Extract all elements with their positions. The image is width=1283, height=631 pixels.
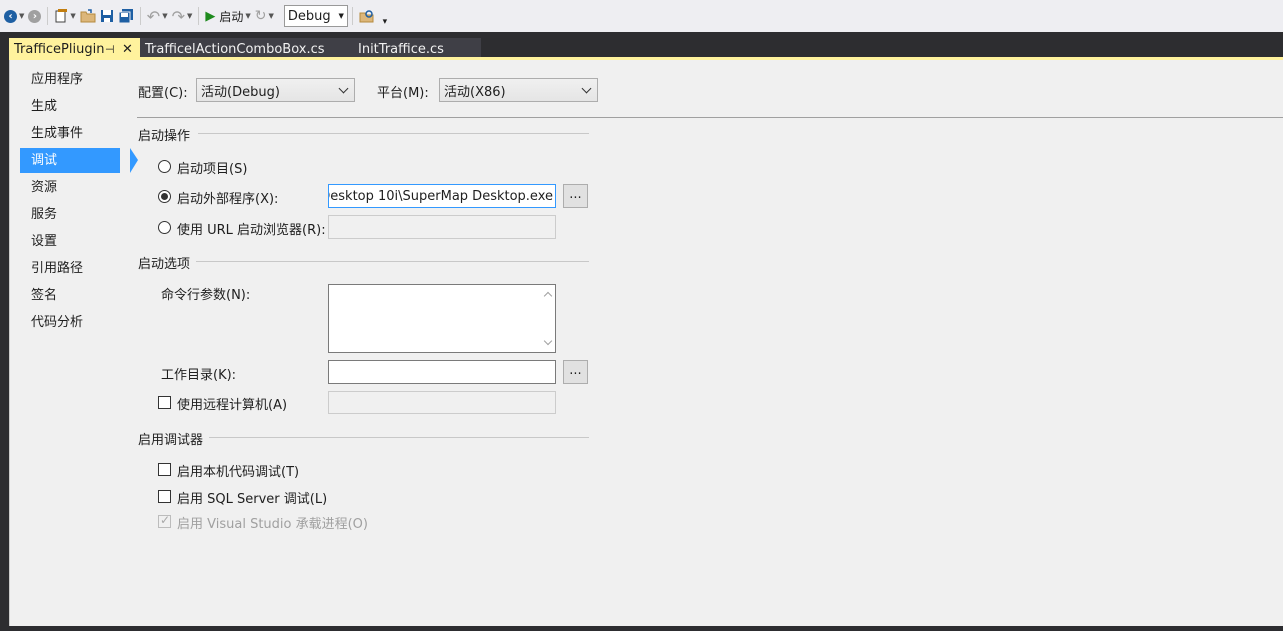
nav-item-resources[interactable]: 资源 <box>20 175 120 200</box>
section-divider <box>196 261 589 262</box>
nav-item-settings[interactable]: 设置 <box>20 229 120 254</box>
tab-label: TrafficePliugin <box>14 41 105 57</box>
chevron-down-icon <box>581 83 592 93</box>
toolbar-separator <box>139 7 141 25</box>
save-all-button[interactable] <box>116 5 136 27</box>
working-dir-input[interactable] <box>328 360 556 384</box>
save-icon <box>100 10 113 22</box>
undo-icon: ↶ <box>146 6 161 26</box>
redo-button[interactable]: ↷ ▼ <box>170 5 195 27</box>
find-in-files-button[interactable] <box>357 5 377 27</box>
vs-host-checkbox[interactable] <box>158 513 171 528</box>
enable-debuggers-heading: 启用调试器 <box>138 433 204 448</box>
start-button[interactable]: ▶ 启动 ▼ <box>203 5 252 27</box>
toolbar-separator <box>351 7 353 25</box>
scroll-down-icon[interactable] <box>543 336 553 346</box>
header-divider <box>137 117 1283 118</box>
start-action-heading: 启动操作 <box>138 129 191 144</box>
start-options-heading: 启动选项 <box>138 257 191 272</box>
open-file-button[interactable] <box>78 5 98 27</box>
overflow-icon: ▾ <box>382 17 388 27</box>
start-external-label: 启动外部程序(X): <box>177 192 279 207</box>
refresh-icon: ↻ <box>254 8 267 24</box>
nav-item-build-events[interactable]: 生成事件 <box>20 121 120 146</box>
command-args-textarea[interactable] <box>328 284 556 353</box>
nav-item-signing[interactable]: 签名 <box>20 283 120 308</box>
working-dir-label: 工作目录(K): <box>161 368 237 383</box>
redo-icon: ↷ <box>171 6 185 26</box>
nav-item-code-analysis[interactable]: 代码分析 <box>20 310 120 335</box>
selected-arrow-icon <box>130 148 138 173</box>
start-project-label: 启动项目(S) <box>177 162 248 177</box>
new-project-button[interactable]: ▼ <box>52 5 77 27</box>
start-project-radio[interactable] <box>158 160 171 173</box>
toolbar-separator <box>47 7 49 25</box>
play-icon: ▶ <box>205 8 216 24</box>
save-all-icon <box>118 9 133 23</box>
tab-label: TrafficelActionComboBox.cs <box>145 41 325 57</box>
close-icon[interactable]: ✕ <box>122 42 133 57</box>
nav-item-label: 调试 <box>31 153 58 168</box>
toolbar-overflow-button[interactable]: ▾ <box>377 5 393 27</box>
url-input[interactable] <box>328 215 556 239</box>
tab-label: InitTraffice.cs <box>358 41 444 57</box>
platform-label: 平台(M): <box>377 86 429 101</box>
external-program-input[interactable]: › iDesktop 10i\SuperMap Desktop.exe <box>328 184 556 208</box>
native-debug-label: 启用本机代码调试(T) <box>177 465 300 480</box>
sql-debug-checkbox[interactable] <box>158 490 171 503</box>
restart-button[interactable]: ↻ ▼ <box>253 5 276 27</box>
dropdown-arrow-icon: ▼ <box>338 12 344 20</box>
command-args-label: 命令行参数(N): <box>161 288 251 303</box>
back-button[interactable]: ‹ ▼ <box>2 5 26 27</box>
browse-external-button[interactable]: ... <box>563 184 588 208</box>
start-url-radio[interactable] <box>158 221 171 234</box>
forward-button[interactable]: › <box>26 5 43 27</box>
solution-config-value: Debug <box>287 8 331 24</box>
toolbar-separator <box>198 7 200 25</box>
window-bottom-border <box>0 626 1283 631</box>
document-tab-strip: TrafficePliugin ⊣ ✕ TrafficelActionCombo… <box>0 32 1283 60</box>
config-value: 活动(Debug) <box>201 84 280 100</box>
nav-item-build[interactable]: 生成 <box>20 94 120 119</box>
native-debug-checkbox[interactable] <box>158 463 171 476</box>
start-url-label: 使用 URL 启动浏览器(R): <box>177 223 326 238</box>
nav-item-services[interactable]: 服务 <box>20 202 120 227</box>
back-arrow-icon: ‹ <box>4 9 17 23</box>
section-divider <box>209 437 589 438</box>
scroll-up-icon[interactable] <box>543 291 553 301</box>
remote-machine-input[interactable] <box>328 391 556 414</box>
browse-workdir-button[interactable]: ... <box>563 360 588 384</box>
external-program-value: › iDesktop 10i\SuperMap Desktop.exe <box>328 188 553 204</box>
sql-debug-label: 启用 SQL Server 调试(L) <box>177 492 328 507</box>
solution-config-dropdown[interactable]: Debug ▼ <box>283 5 348 27</box>
forward-arrow-icon: › <box>28 9 42 23</box>
new-project-icon <box>55 9 68 23</box>
nav-item-reference-paths[interactable]: 引用路径 <box>20 256 120 281</box>
vs-host-label: 启用 Visual Studio 承载进程(O) <box>177 517 368 532</box>
nav-item-debug[interactable]: 调试 <box>20 148 138 173</box>
project-properties-page: 应用程序 生成 生成事件 调试 资源 服务 设置 引用路径 签名 代码分析 <box>9 60 1283 628</box>
platform-dropdown[interactable]: 活动(X86) <box>439 78 598 102</box>
save-button[interactable] <box>98 5 116 27</box>
find-in-files-icon <box>359 10 374 23</box>
undo-button[interactable]: ↶ ▼ <box>145 5 170 27</box>
platform-value: 活动(X86) <box>444 84 506 100</box>
pin-icon[interactable]: ⊣ <box>105 43 115 56</box>
chevron-down-icon <box>338 83 349 93</box>
start-label: 启动 <box>219 9 244 24</box>
nav-item-application[interactable]: 应用程序 <box>20 67 120 92</box>
open-folder-icon <box>80 9 96 23</box>
remote-machine-label: 使用远程计算机(A) <box>177 398 288 413</box>
toolbar: ‹ ▼ › ▼ ↶ ▼ ↷ ▼ ▶ 启动 ▼ ↻ ▼ Debug ▼ ▾ <box>0 0 1283 32</box>
config-dropdown[interactable]: 活动(Debug) <box>196 78 355 102</box>
remote-machine-checkbox[interactable] <box>158 396 171 409</box>
config-label: 配置(C): <box>138 86 188 101</box>
start-external-radio[interactable] <box>158 190 171 203</box>
section-divider <box>198 133 589 134</box>
